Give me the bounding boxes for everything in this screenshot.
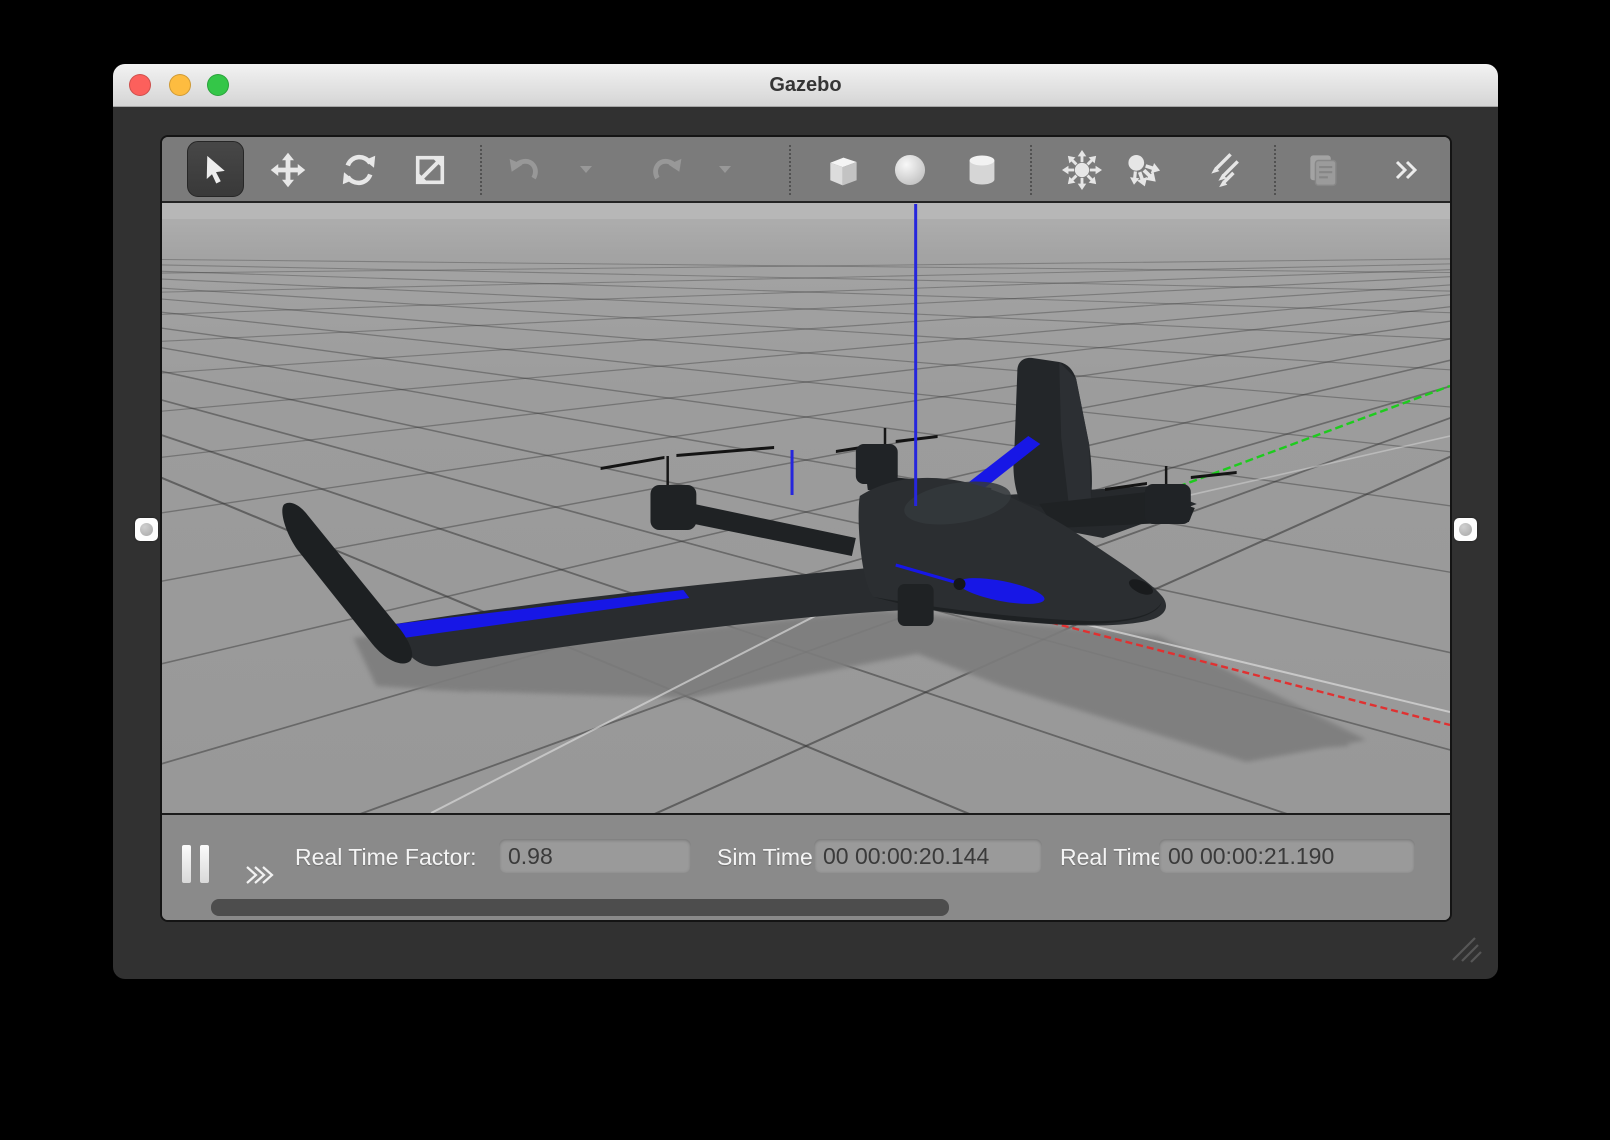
right-splitter-handle[interactable] (1454, 518, 1477, 541)
rotate-tool-button[interactable] (335, 146, 383, 194)
insert-cylinder-button[interactable] (958, 146, 1006, 194)
scale-tool-button[interactable] (406, 146, 454, 194)
handle-dot-icon (1459, 523, 1472, 536)
undo-history-button[interactable] (570, 146, 602, 194)
handle-dot-icon (140, 523, 153, 536)
double-chevron-right-icon (1394, 159, 1420, 181)
toolbar (162, 137, 1450, 203)
gazebo-window: Gazebo (113, 64, 1498, 979)
scene-canvas (162, 203, 1450, 813)
real-time-factor-label: Real Time Factor: (295, 843, 477, 871)
redo-button[interactable] (643, 146, 691, 194)
resize-grip-icon (1435, 920, 1485, 964)
titlebar[interactable]: Gazebo (113, 64, 1498, 107)
resize-grip[interactable] (1435, 920, 1485, 964)
render-viewport[interactable] (162, 203, 1450, 813)
sky (162, 219, 1450, 256)
real-time-label: Real Time: (1060, 843, 1170, 871)
rotor-pod (856, 444, 898, 484)
point-light-icon (1062, 150, 1102, 190)
sphere-shape-icon (891, 151, 929, 189)
paste-button[interactable] (1298, 146, 1346, 194)
toolbar-separator (480, 145, 482, 195)
real-time-factor-value[interactable]: 0.98 (499, 839, 691, 873)
toolbar-separator (1274, 145, 1276, 195)
directional-light-icon (1202, 150, 1242, 190)
cylinder-shape-icon (963, 151, 1001, 189)
left-splitter-handle[interactable] (135, 518, 158, 541)
redo-history-button[interactable] (709, 146, 741, 194)
scale-arrows-icon (412, 152, 448, 188)
documents-icon (1303, 151, 1341, 189)
spot-light-button[interactable] (1118, 146, 1166, 194)
rotor-pod (650, 485, 696, 530)
rotate-arrows-icon (341, 152, 377, 188)
pause-icon (182, 845, 191, 883)
point-light-button[interactable] (1058, 146, 1106, 194)
rotor-pod (898, 584, 934, 626)
move-arrows-icon (270, 152, 306, 188)
chevron-down-icon (580, 166, 592, 174)
chevron-down-icon (719, 166, 731, 174)
redo-arrow-icon (649, 152, 685, 188)
statusbar: Real Time Factor: 0.98 Sim Time: 00 00:0… (162, 813, 1450, 920)
sim-time-label: Sim Time: (717, 843, 819, 871)
undo-arrow-icon (506, 152, 542, 188)
translate-tool-button[interactable] (264, 146, 312, 194)
sim-time-value[interactable]: 00 00:00:20.144 (814, 839, 1042, 873)
step-expand-button[interactable] (244, 863, 278, 890)
horizontal-scrollbar-thumb[interactable] (211, 899, 949, 916)
cursor-arrow-icon (201, 154, 231, 184)
select-tool-button[interactable] (187, 141, 244, 197)
toolbar-separator (789, 145, 791, 195)
insert-sphere-button[interactable] (886, 146, 934, 194)
main-panel: Real Time Factor: 0.98 Sim Time: 00 00:0… (160, 135, 1452, 922)
pause-icon (200, 845, 209, 883)
pause-button[interactable] (182, 845, 222, 883)
spot-light-icon (1122, 150, 1162, 190)
directional-light-button[interactable] (1198, 146, 1246, 194)
double-chevron-right-icon (244, 875, 278, 890)
real-time-value[interactable]: 00 00:00:21.190 (1159, 839, 1415, 873)
window-title: Gazebo (113, 64, 1498, 107)
sky-band (162, 203, 1450, 219)
more-tools-button[interactable] (1383, 146, 1431, 194)
box-shape-icon (823, 151, 861, 189)
toolbar-separator (1030, 145, 1032, 195)
undo-button[interactable] (500, 146, 548, 194)
rotor-pod (1145, 484, 1191, 524)
insert-box-button[interactable] (818, 146, 866, 194)
